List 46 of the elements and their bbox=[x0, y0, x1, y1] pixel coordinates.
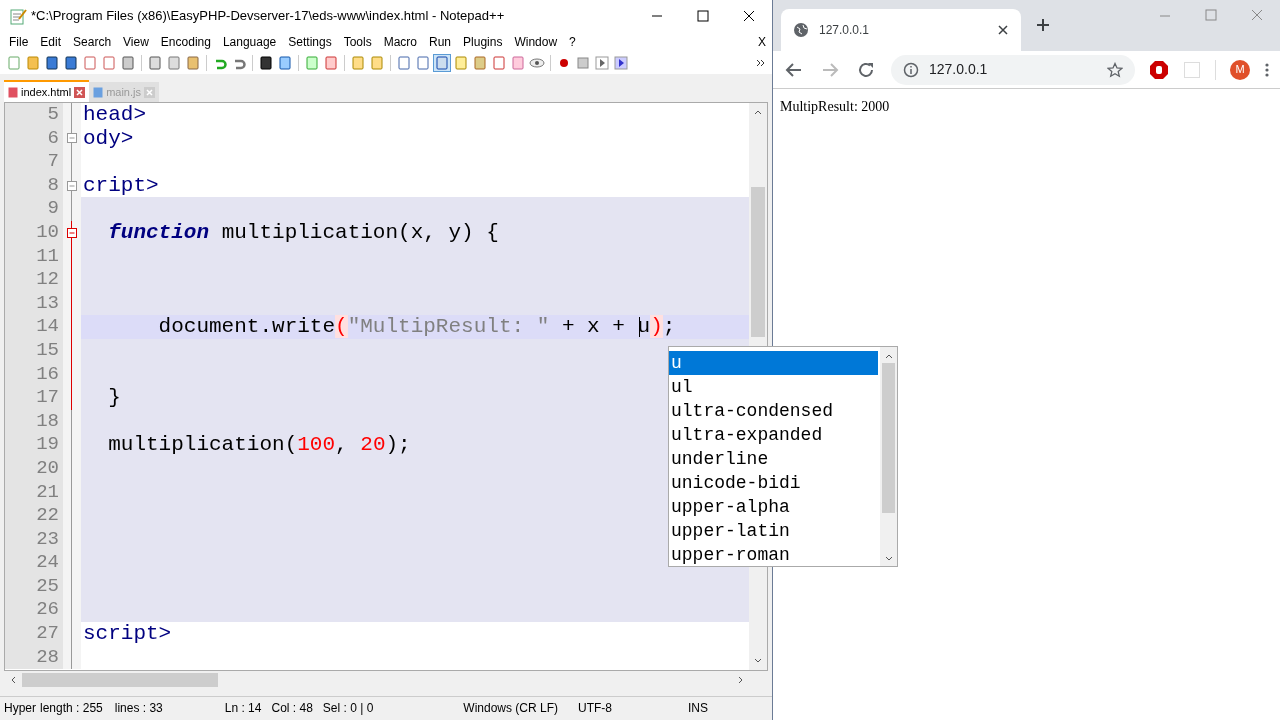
status-text: lines : 33 bbox=[114, 699, 163, 717]
line-number: 24 bbox=[5, 551, 63, 575]
status-text: length : 255 bbox=[40, 699, 103, 717]
code-text: cript> bbox=[83, 173, 159, 197]
status-text: Col : 48 bbox=[271, 699, 313, 717]
window-title: *C:\Program Files (x86)\EasyPHP-Devserver-17\eds-www\index.html - Notepad++ bbox=[31, 7, 506, 26]
line-number: 6 bbox=[5, 126, 63, 151]
status-text: UTF-8 bbox=[578, 699, 612, 717]
line-number: 10 bbox=[5, 220, 63, 245]
line-number: 13 bbox=[5, 291, 63, 316]
status-text: Hyper bbox=[4, 699, 36, 717]
page-text: MultipResult: 2000 bbox=[780, 98, 891, 116]
code-text: head> bbox=[83, 103, 146, 126]
line-number: 19 bbox=[5, 433, 63, 457]
line-number: 27 bbox=[5, 622, 63, 646]
line-number: 25 bbox=[5, 574, 63, 599]
status-text: Windows (CR LF) bbox=[463, 699, 558, 717]
line-number: 18 bbox=[5, 409, 63, 434]
line-number: 8 bbox=[5, 173, 63, 198]
line-number: 20 bbox=[5, 456, 63, 481]
line-number: 23 bbox=[5, 527, 63, 552]
line-number: 22 bbox=[5, 504, 63, 528]
code-text: } bbox=[107, 386, 121, 410]
line-number: 26 bbox=[5, 598, 63, 623]
line-number: 28 bbox=[5, 645, 63, 670]
line-number: 9 bbox=[5, 197, 63, 221]
status-text: Sel : 0 | 0 bbox=[322, 699, 374, 717]
code-text: function multiplication(x, y) { bbox=[107, 220, 499, 244]
line-number: 11 bbox=[5, 244, 63, 269]
address-text: 127.0.0.1 bbox=[929, 60, 989, 79]
line-number: 7 bbox=[5, 150, 63, 174]
status-text: INS bbox=[688, 699, 708, 717]
line-number: 21 bbox=[5, 480, 63, 505]
status-text: Ln : 14 bbox=[224, 699, 262, 717]
tab-title: 127.0.0.1 bbox=[819, 22, 871, 39]
line-number: 5 bbox=[5, 103, 63, 127]
line-number: 14 bbox=[5, 315, 63, 339]
line-number: 12 bbox=[5, 268, 63, 292]
tab-label: index.html bbox=[21, 84, 72, 100]
code-text: ody> bbox=[83, 126, 134, 150]
tab-label: main.js bbox=[106, 84, 141, 100]
line-number: 16 bbox=[5, 362, 63, 387]
line-number: 17 bbox=[5, 386, 63, 410]
code-text: script> bbox=[83, 622, 172, 646]
line-number: 15 bbox=[5, 338, 63, 363]
code-text: multiplication(100, 20); bbox=[107, 433, 411, 457]
